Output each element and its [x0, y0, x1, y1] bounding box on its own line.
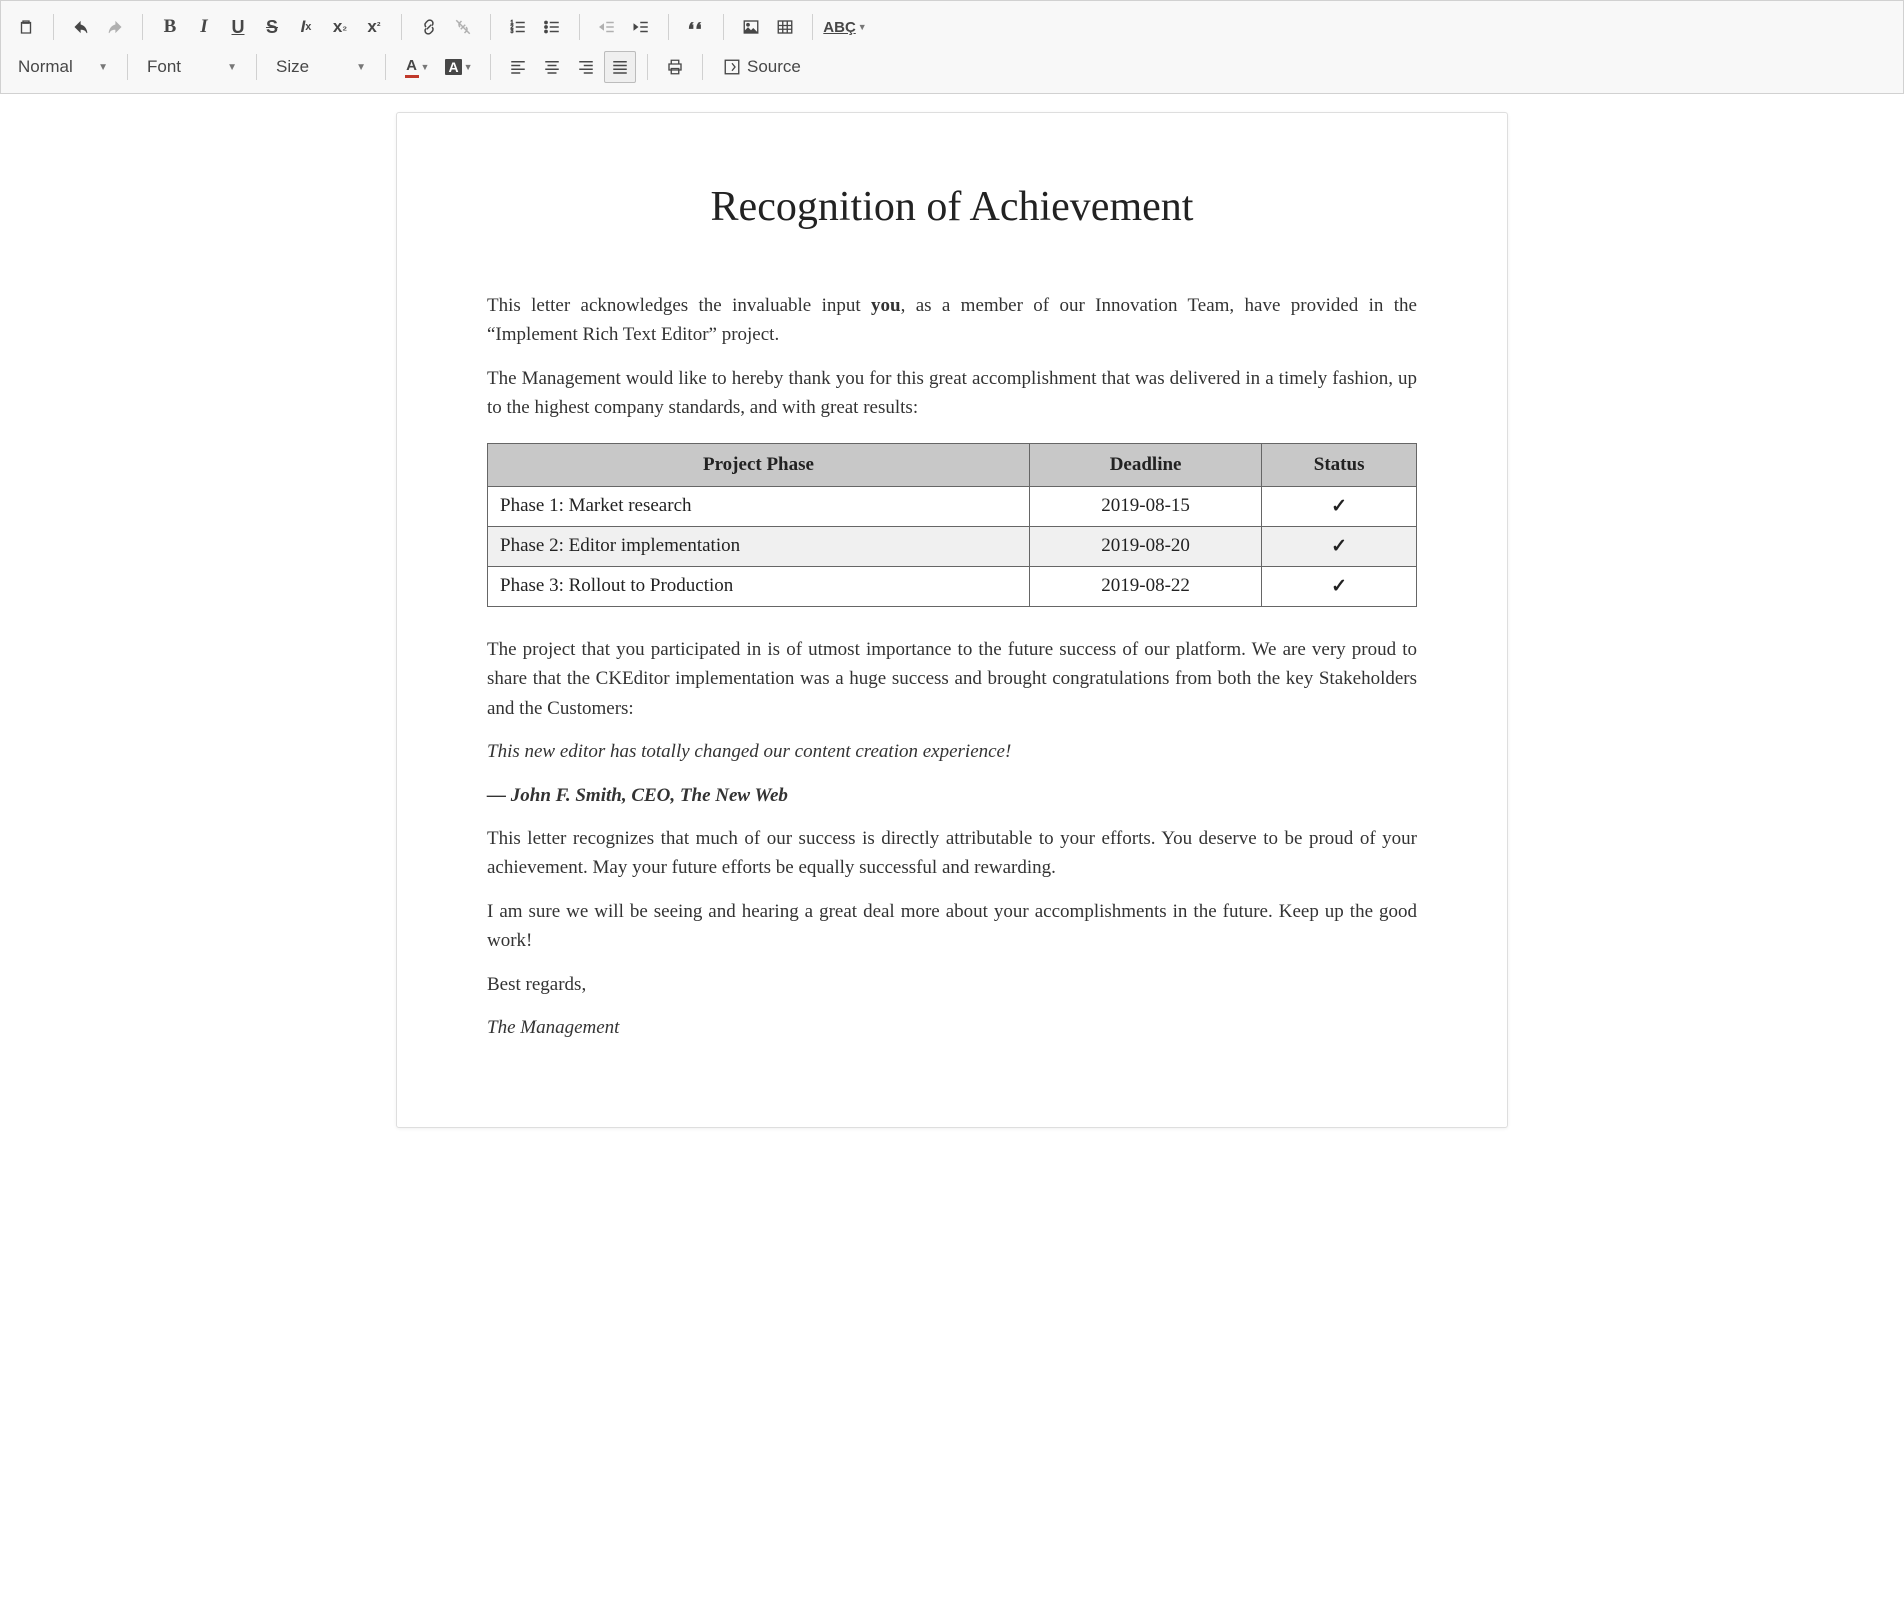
separator: [647, 54, 648, 80]
separator: [385, 54, 386, 80]
indent-icon[interactable]: [625, 11, 657, 43]
table-row: Phase 2: Editor implementation 2019-08-2…: [488, 526, 1417, 566]
paragraph-4: This letter recognizes that much of our …: [487, 824, 1417, 883]
bullet-list-icon[interactable]: [536, 11, 568, 43]
image-icon[interactable]: [735, 11, 767, 43]
remove-format-button[interactable]: Ix: [290, 11, 322, 43]
chevron-down-icon: ▼: [84, 62, 108, 73]
background-color-button[interactable]: A▼: [439, 51, 479, 83]
undo-icon[interactable]: [65, 11, 97, 43]
document-page[interactable]: Recognition of Achievement This letter a…: [396, 112, 1508, 1128]
strikethrough-button[interactable]: S: [256, 11, 288, 43]
size-dropdown[interactable]: Size ▼: [267, 51, 375, 83]
table-header: Status: [1262, 443, 1417, 486]
separator: [668, 14, 669, 40]
toolbar-row-1: B I U S Ix x₂ x² 123 ABÇ▼: [9, 7, 1895, 47]
separator: [490, 54, 491, 80]
table-header-row: Project Phase Deadline Status: [488, 443, 1417, 486]
source-button[interactable]: Source: [714, 51, 810, 83]
paragraph-5: I am sure we will be seeing and hearing …: [487, 897, 1417, 956]
toolbar-row-2: Normal ▼ Font ▼ Size ▼ A▼ A▼ Source: [9, 47, 1895, 87]
superscript-button[interactable]: x²: [358, 11, 390, 43]
separator: [53, 14, 54, 40]
redo-icon[interactable]: [99, 11, 131, 43]
phase-cell: Phase 1: Market research: [488, 486, 1030, 526]
separator: [127, 54, 128, 80]
subscript-button[interactable]: x₂: [324, 11, 356, 43]
separator: [256, 54, 257, 80]
blockquote-icon[interactable]: [680, 11, 712, 43]
separator: [142, 14, 143, 40]
chevron-down-icon: ▼: [213, 62, 237, 73]
phase-cell: Phase 3: Rollout to Production: [488, 566, 1030, 606]
font-dropdown[interactable]: Font ▼: [138, 51, 246, 83]
table-row: Phase 1: Market research 2019-08-15 ✓: [488, 486, 1417, 526]
page-title: Recognition of Achievement: [487, 183, 1417, 231]
numbered-list-icon[interactable]: 123: [502, 11, 534, 43]
separator: [723, 14, 724, 40]
status-cell: ✓: [1262, 526, 1417, 566]
text-color-button[interactable]: A▼: [397, 51, 437, 83]
align-left-icon[interactable]: [502, 51, 534, 83]
chevron-down-icon: ▼: [342, 62, 366, 73]
status-cell: ✓: [1262, 566, 1417, 606]
quote-text: This new editor has totally changed our …: [487, 737, 1417, 766]
link-icon[interactable]: [413, 11, 445, 43]
bold-button[interactable]: B: [154, 11, 186, 43]
table-icon[interactable]: [769, 11, 801, 43]
table-row: Phase 3: Rollout to Production 2019-08-2…: [488, 566, 1417, 606]
separator: [579, 14, 580, 40]
spellcheck-icon[interactable]: ABÇ▼: [824, 11, 866, 43]
phase-cell: Phase 2: Editor implementation: [488, 526, 1030, 566]
align-right-icon[interactable]: [570, 51, 602, 83]
align-justify-icon[interactable]: [604, 51, 636, 83]
align-center-icon[interactable]: [536, 51, 568, 83]
underline-button[interactable]: U: [222, 11, 254, 43]
separator: [401, 14, 402, 40]
paragraph-2: The Management would like to hereby than…: [487, 364, 1417, 423]
paragraph-format-value: Normal: [18, 57, 73, 77]
quote-attribution: — John F. Smith, CEO, The New Web: [487, 781, 1417, 810]
editor-canvas: Recognition of Achievement This letter a…: [0, 94, 1904, 1188]
svg-text:3: 3: [511, 29, 514, 35]
separator: [702, 54, 703, 80]
deadline-cell: 2019-08-20: [1029, 526, 1261, 566]
unlink-icon[interactable]: [447, 11, 479, 43]
deadline-cell: 2019-08-22: [1029, 566, 1261, 606]
italic-button[interactable]: I: [188, 11, 220, 43]
table-header: Deadline: [1029, 443, 1261, 486]
signoff: Best regards,: [487, 970, 1417, 999]
font-value: Font: [147, 57, 181, 77]
project-table: Project Phase Deadline Status Phase 1: M…: [487, 443, 1417, 607]
separator: [812, 14, 813, 40]
paragraph-3: The project that you participated in is …: [487, 635, 1417, 723]
outdent-icon[interactable]: [591, 11, 623, 43]
signoff-name: The Management: [487, 1013, 1417, 1042]
separator: [490, 14, 491, 40]
size-value: Size: [276, 57, 309, 77]
status-cell: ✓: [1262, 486, 1417, 526]
source-label: Source: [747, 57, 801, 77]
paste-icon[interactable]: [10, 11, 42, 43]
editor-toolbar: B I U S Ix x₂ x² 123 ABÇ▼ Normal ▼ Font ▼ …: [0, 0, 1904, 94]
paragraph-format-dropdown[interactable]: Normal ▼: [9, 51, 117, 83]
deadline-cell: 2019-08-15: [1029, 486, 1261, 526]
table-header: Project Phase: [488, 443, 1030, 486]
intro-paragraph: This letter acknowledges the invaluable …: [487, 291, 1417, 350]
print-icon[interactable]: [659, 51, 691, 83]
